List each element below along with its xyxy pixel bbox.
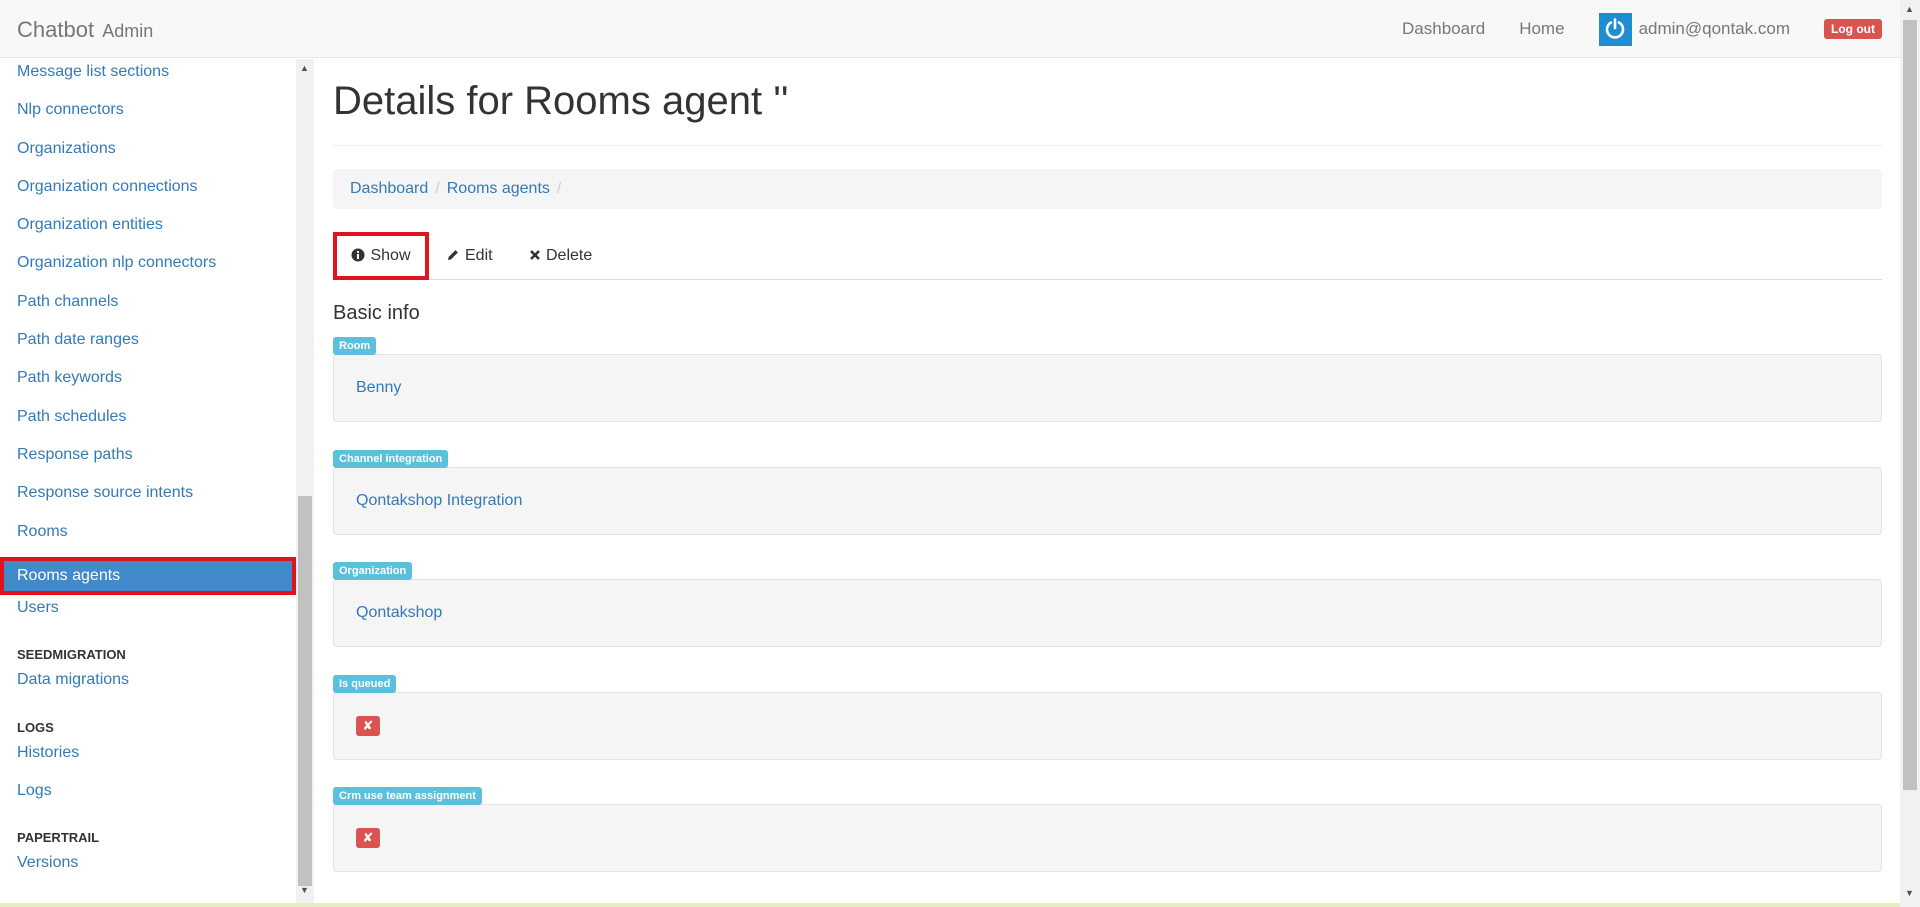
field-value-box: Benny — [333, 354, 1882, 422]
field-value-box: ✘ — [333, 804, 1882, 872]
sidebar-item-organizations[interactable]: Organizations — [0, 136, 296, 174]
scroll-up-arrow-icon[interactable]: ▲ — [300, 63, 309, 73]
sidebar-item-data-migrations[interactable]: Data migrations — [0, 667, 296, 705]
breadcrumb-dashboard[interactable]: Dashboard — [350, 180, 428, 198]
nav-dashboard-link[interactable]: Dashboard — [1402, 19, 1485, 39]
field-value-channel-integration[interactable]: Qontakshop Integration — [356, 492, 522, 510]
tab-delete-label: Delete — [546, 247, 593, 264]
tab-edit[interactable]: Edit — [446, 232, 493, 280]
sidebar-section-papertrail: PAPERTRAIL — [17, 830, 100, 846]
field-label-organization: Organization — [333, 562, 413, 580]
sidebar-item-path-schedules[interactable]: Path schedules — [0, 404, 296, 442]
info-circle-icon — [351, 248, 365, 265]
times-icon — [529, 248, 541, 264]
top-navbar: Chatbot Admin Dashboard Home admin@qonta… — [0, 0, 1900, 58]
tab-show-label: Show — [370, 247, 411, 264]
logout-button[interactable]: Log out — [1824, 19, 1882, 39]
sidebar-item-path-keywords[interactable]: Path keywords — [0, 365, 296, 403]
brand[interactable]: Chatbot Admin — [17, 17, 153, 43]
window-scrollbar[interactable]: ▲ ▼ — [1900, 0, 1920, 907]
tab-edit-label: Edit — [465, 247, 493, 264]
sidebar-item-histories[interactable]: Histories — [0, 740, 296, 778]
sidebar-item-rooms-agents[interactable]: Rooms agents — [0, 556, 296, 596]
sidebar-item-organization-connections[interactable]: Organization connections — [0, 174, 296, 212]
brand-title: Chatbot — [17, 17, 95, 42]
sidebar-item-response-paths[interactable]: Response paths — [0, 442, 296, 480]
field-value-box: Qontakshop — [333, 579, 1882, 647]
field-value-box: Qontakshop Integration — [333, 467, 1882, 535]
field-label-room: Room — [333, 337, 377, 355]
page-title: Details for Rooms agent '' — [333, 79, 789, 123]
sidebar-item-rooms[interactable]: Rooms — [0, 519, 296, 557]
field-value-organization[interactable]: Qontakshop — [356, 604, 442, 622]
field-organization: Organization Qontakshop — [333, 561, 1882, 647]
sidebar-item-path-channels[interactable]: Path channels — [0, 289, 296, 327]
sidebar-section-logs: LOGS — [17, 719, 54, 735]
field-label-is-queued: Is queued — [333, 675, 397, 693]
field-is-queued: Is queued ✘ — [333, 674, 1882, 760]
sidebar-scroll-thumb[interactable] — [298, 496, 312, 886]
sidebar-item-path-date-ranges[interactable]: Path date ranges — [0, 327, 296, 365]
false-badge: ✘ — [356, 716, 380, 736]
sidebar: Message list sections Nlp connectors Org… — [0, 59, 314, 903]
breadcrumb-separator: / — [435, 180, 440, 197]
user-menu[interactable]: admin@qontak.com — [1598, 12, 1791, 46]
scroll-up-arrow-icon[interactable]: ▲ — [1905, 4, 1914, 14]
sidebar-item-versions[interactable]: Versions — [0, 850, 296, 888]
bottom-strip — [0, 903, 1900, 907]
action-tabs: Show Edit Delete — [333, 232, 1882, 280]
sidebar-item-response-source-intents[interactable]: Response source intents — [0, 480, 296, 518]
field-label-crm-use-team-assignment: Crm use team assignment — [333, 787, 482, 805]
sidebar-scrollbar[interactable]: ▲ ▼ — [296, 59, 314, 903]
breadcrumb-rooms-agents[interactable]: Rooms agents — [447, 180, 550, 198]
field-value-box: ✘ — [333, 692, 1882, 760]
brand-subtitle: Admin — [102, 21, 154, 41]
sidebar-section-seedmigration: SEEDMIGRATION — [17, 647, 126, 663]
field-crm-use-team-assignment: Crm use team assignment ✘ — [333, 786, 1882, 872]
user-email: admin@qontak.com — [1638, 19, 1791, 38]
sidebar-item-organization-nlp-connectors[interactable]: Organization nlp connectors — [0, 250, 296, 288]
sidebar-nav: Message list sections Nlp connectors Org… — [0, 59, 296, 889]
tab-delete[interactable]: Delete — [529, 232, 592, 280]
main-content: Details for Rooms agent '' Dashboard / R… — [333, 59, 1882, 907]
title-divider — [333, 145, 1882, 146]
field-label-channel-integration: Channel integration — [333, 450, 449, 468]
sidebar-item-organization-entities[interactable]: Organization entities — [0, 212, 296, 250]
field-room: Room Benny — [333, 336, 1882, 422]
sidebar-item-users[interactable]: Users — [0, 595, 296, 633]
scroll-down-arrow-icon[interactable]: ▼ — [300, 885, 309, 895]
navbar-right: Dashboard Home admin@qontak.com Log out — [1402, 0, 1882, 58]
sidebar-item-logs[interactable]: Logs — [0, 778, 296, 816]
breadcrumb: Dashboard / Rooms agents / — [333, 169, 1882, 209]
power-icon — [1598, 12, 1632, 46]
field-channel-integration: Channel integration Qontakshop Integrati… — [333, 449, 1882, 535]
sidebar-item-message-list-sections[interactable]: Message list sections — [0, 59, 296, 97]
breadcrumb-separator: / — [556, 180, 562, 197]
sidebar-item-nlp-connectors[interactable]: Nlp connectors — [0, 97, 296, 135]
window-scroll-thumb[interactable] — [1903, 20, 1917, 790]
tab-show[interactable]: Show — [333, 232, 429, 280]
pencil-icon — [446, 248, 460, 265]
section-title-basic-info: Basic info — [333, 302, 420, 324]
false-badge: ✘ — [356, 828, 380, 848]
field-value-room[interactable]: Benny — [356, 379, 401, 397]
nav-home-link[interactable]: Home — [1519, 19, 1564, 39]
scroll-down-arrow-icon[interactable]: ▼ — [1905, 888, 1914, 898]
